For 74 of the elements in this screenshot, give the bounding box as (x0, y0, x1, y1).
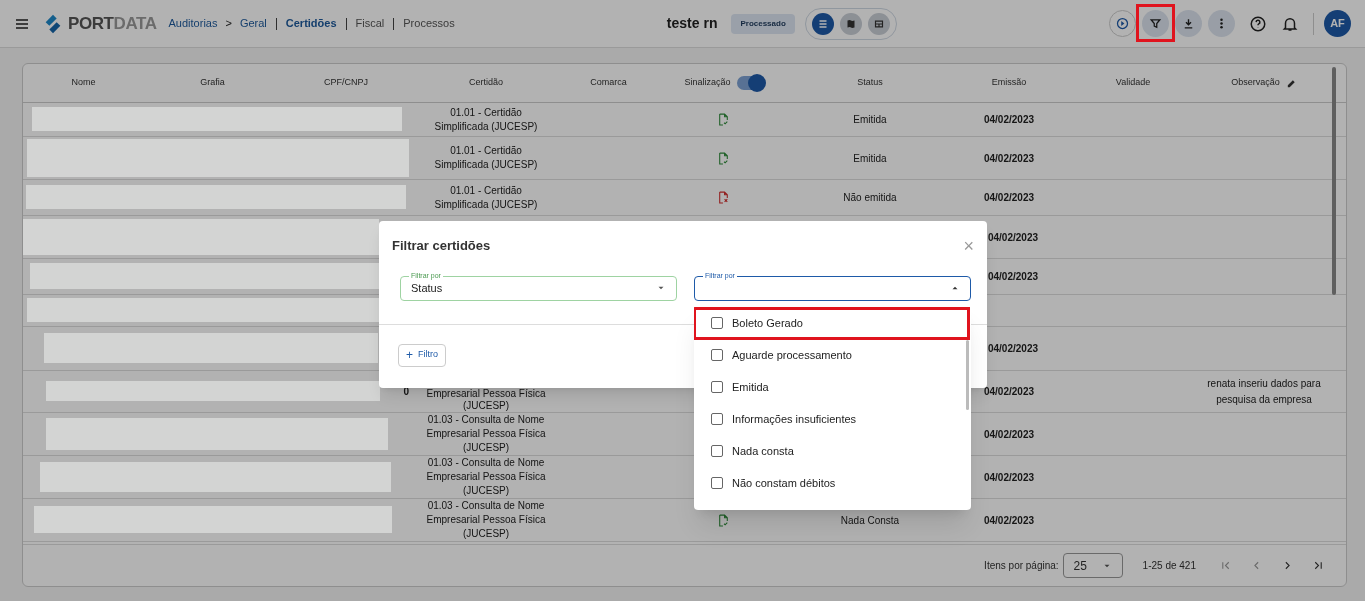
table-cell-text: Não emitida (843, 191, 897, 205)
table-cell-text: 01.01 - Certidão Simplificada (JUCESP) (433, 183, 539, 212)
play-button[interactable] (1109, 10, 1136, 37)
table-cell-text: Emitida (853, 113, 887, 127)
table-cell-text: 04/02/2023 (983, 427, 1035, 442)
breadcrumb-link[interactable]: Geral (239, 15, 267, 32)
column-header: Nome (71, 76, 96, 90)
view-list-button[interactable] (811, 12, 834, 35)
table-cell-text: 04/02/2023 (983, 151, 1035, 166)
page-size-select[interactable]: 25 (1062, 553, 1123, 578)
dialog-title: Filtrar certidões (392, 237, 491, 255)
filter-button[interactable] (1142, 10, 1169, 37)
add-filter-button[interactable]: + Filtro (398, 343, 446, 367)
page-size-label: Itens por página: (984, 559, 1059, 573)
download-button[interactable] (1175, 10, 1202, 37)
table-cell-text: 04/02/2023 (983, 470, 1035, 485)
table-cell-text: 04/02/2023 (983, 191, 1035, 205)
column-header: CPF/CNPJ (324, 76, 368, 90)
view-grid-button[interactable] (867, 12, 890, 35)
table-cell-text: 04/02/2023 (983, 113, 1035, 127)
column-header: Validade (1115, 76, 1151, 90)
project-name: teste rn (666, 14, 718, 33)
logo-text: PORTDATA (68, 12, 157, 35)
breadcrumb-separator: > (225, 16, 232, 32)
table-cell-text: 01.03 - Consulta de Nome Empresarial Pessoa Física (JUCESP) (425, 499, 547, 541)
table-cell-text: 04/02/2023 (983, 513, 1035, 528)
nav-tab[interactable]: Fiscal (355, 15, 385, 32)
table-cell-text: 01.01 - Certidão Simplificada (JUCESP) (433, 105, 539, 134)
checkbox[interactable] (711, 381, 723, 393)
table-cell-text: 01.03 - Consulta de Nome Empresarial Pessoa Física (JUCESP) (425, 456, 547, 498)
page-range: 1-25 de 421 (1142, 559, 1196, 573)
dropdown-option[interactable]: Nada consta (694, 435, 971, 467)
first-page-icon[interactable] (1219, 559, 1232, 572)
dropdown-option[interactable]: Aguarde processamento (694, 339, 971, 371)
user-avatar[interactable]: AF (1324, 10, 1351, 37)
nav-tab[interactable]: Processos (403, 15, 455, 32)
table-cell-text: Nada Consta (840, 513, 900, 528)
dropdown-option[interactable]: Informações insuficientes (694, 403, 971, 435)
checkbox[interactable] (711, 477, 723, 489)
table-cell-text: Empresarial Pessoa Física (JUCESP) (425, 388, 547, 412)
nav-tab[interactable]: Certidões (285, 15, 337, 32)
column-header: Emissão (991, 76, 1027, 90)
column-header: Certidão (469, 76, 503, 90)
dropdown-option[interactable]: Boleto Gerado (694, 307, 971, 339)
scrollbar-thumb[interactable] (1332, 67, 1336, 295)
status-badge: Processado (731, 13, 795, 34)
column-header: Status (857, 76, 883, 90)
help-icon[interactable] (1249, 14, 1267, 33)
signal-toggle[interactable] (736, 76, 763, 90)
table-cell-text: 01.03 - Consulta de Nome Empresarial Pessoa Física (JUCESP) (425, 413, 547, 455)
table-cell-text: 04/02/2023 (986, 342, 1039, 356)
more-button[interactable] (1208, 10, 1235, 37)
checkbox[interactable] (711, 349, 723, 361)
column-header: Comarca (590, 76, 627, 90)
table-cell-text: Emitida (853, 151, 887, 166)
column-header: Grafia (200, 76, 225, 90)
checkbox[interactable] (711, 445, 723, 457)
table-cell-text: 01.01 - Certidão Simplificada (JUCESP) (433, 144, 539, 172)
table-cell-text: 04/02/2023 (986, 230, 1039, 245)
checkbox[interactable] (711, 317, 723, 329)
filter-icon (1148, 16, 1163, 31)
table-cell-text: 04/02/2023 (986, 270, 1039, 284)
breadcrumb-link[interactable]: Auditorias (168, 15, 218, 32)
column-header: Sinalização (684, 76, 731, 90)
last-page-icon[interactable] (1312, 559, 1325, 572)
table-cell-text: renata inseriu dados para pesquisa da empresa (1206, 376, 1322, 407)
play-icon (1115, 16, 1130, 31)
column-header: Observação (1231, 76, 1280, 90)
view-map-button[interactable] (839, 12, 862, 35)
dropdown-option[interactable]: Não constam débitos (694, 467, 971, 499)
table-cell-text: 04/02/2023 (983, 385, 1035, 399)
dropdown-option[interactable]: Emitida (694, 371, 971, 403)
scrollbar-thumb[interactable] (966, 340, 969, 410)
checkbox[interactable] (711, 413, 723, 425)
